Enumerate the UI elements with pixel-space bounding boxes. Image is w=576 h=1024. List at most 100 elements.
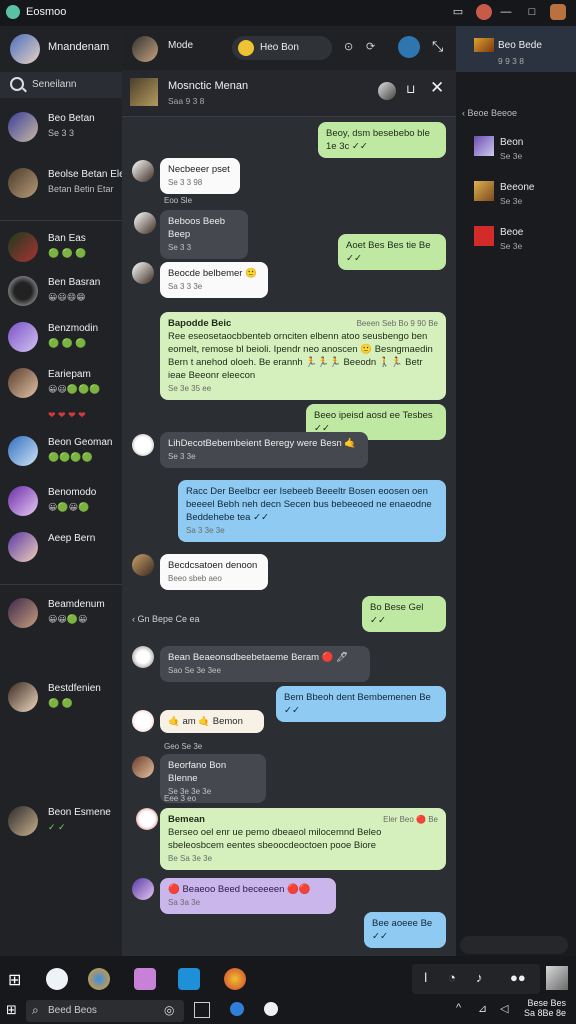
chat-list-item[interactable]: Ben Basran 😀😃😄😁 [0, 270, 122, 318]
chat-list-item[interactable]: Ban Eas 🟢 🟢 🟢 [0, 226, 122, 274]
message-bubble[interactable]: Becdcsatoen denoon Beeo sbeb aeo [160, 554, 268, 590]
chat-title: Mosnctic Menan [168, 80, 249, 92]
message-bubble[interactable]: Necbeeer pset Se 3 3 98 [160, 158, 240, 194]
header-subtitle: 9 9 3 8 [498, 56, 524, 66]
avatar [8, 112, 38, 142]
attach-icon[interactable]: ⊔ [406, 82, 415, 96]
avatar [8, 232, 38, 262]
minimize-button[interactable]: — [498, 4, 514, 20]
message-bubble[interactable]: Bee aoeee Be ✓✓ [364, 912, 446, 948]
avatar [8, 532, 38, 562]
clock-icon[interactable]: ◔ [448, 970, 456, 985]
avatar[interactable] [130, 78, 158, 106]
call-pill[interactable]: Heo Bon [232, 36, 332, 60]
chat-list-item[interactable]: Benzmodin 🟢 🟢 🟢 [0, 316, 122, 364]
volume-icon[interactable]: ◁ [500, 1002, 508, 1015]
chat-list-item[interactable]: Beamdenum 😀😀🟢😀 [0, 592, 122, 640]
right-input-pill[interactable] [460, 936, 568, 954]
app-icon[interactable] [264, 1002, 278, 1016]
emoji-row: 🟢 🟢 🟢 [48, 248, 87, 258]
divider [0, 584, 122, 585]
chat-top-bar: Mode Heo Bon ⊙ ⟳ ⤡ [122, 26, 456, 70]
network-icon[interactable]: ⊿ [478, 1002, 487, 1015]
clock[interactable]: Bese Bes Sa 8Be 8e [524, 998, 566, 1018]
chat-icon[interactable]: ●● [510, 970, 526, 985]
close-icon[interactable]: ✕ [430, 78, 444, 98]
avatar [8, 598, 38, 628]
message-title: Bemean [168, 814, 205, 825]
avatar[interactable] [132, 36, 158, 62]
message-bubble[interactable]: 🤙 am 🤙 Bemon [160, 710, 264, 733]
message-time: Se 3 3e [168, 452, 196, 461]
message-bubble[interactable]: Bo Bese Gel ✓✓ [362, 596, 446, 632]
profile-icon[interactable] [550, 4, 566, 20]
message-time: Eoo Sle [164, 196, 193, 205]
scroll-indicator-icon[interactable]: ⌄ [438, 936, 446, 947]
message-time: Se 3e 35 ee [168, 384, 212, 393]
windows-start-icon[interactable]: ⊞ [8, 970, 21, 990]
chat-list-item[interactable]: Eariepam 😀😃🟢🟢🟢 [0, 362, 122, 410]
item-name: Beon [500, 137, 524, 148]
chevron-up-icon[interactable]: ^ [456, 1002, 461, 1014]
chat-header: Mosnctic Menan Saa 9 3 8 ⊔ ✕ [122, 70, 456, 117]
avatar [8, 486, 38, 516]
chrome-icon[interactable] [224, 968, 246, 990]
chat-list-item[interactable]: Beon Geoman 🟢🟢🟢🟢 [0, 430, 122, 478]
media-item[interactable]: Beoe Se 3e [474, 226, 574, 256]
message-bubble[interactable]: Bapodde Beic Beeen Seb Bo 9 90 Be Ree es… [160, 312, 446, 400]
profile-avatar[interactable] [10, 34, 40, 64]
info-icon[interactable]: ⊙ [344, 40, 353, 53]
message-bubble[interactable]: Bemean Eler Beo 🔴 Be Berseo oel enr ue p… [160, 808, 446, 870]
title-bar: Eosmoo ▭ — □ [0, 0, 576, 26]
chat-name: Ben Basran [48, 277, 101, 288]
section-title: ‹ Beoe Beeoe [462, 108, 518, 118]
chat-list-sidebar: Mnandenam Seneilann Beo Betan Se 3 3 Beo… [0, 26, 125, 956]
chat-list-item[interactable]: Bestdfenien 🟢 🟢 [0, 676, 122, 724]
windows-icon[interactable]: ⊞ [6, 1002, 17, 1018]
target-icon: ◎ [164, 1003, 175, 1017]
taskbar-search[interactable]: ⌕ Beed Beos ◎ [26, 1000, 184, 1022]
maximize-button[interactable]: □ [524, 4, 540, 20]
thumbnail[interactable] [546, 966, 568, 990]
tray-icon[interactable]: ǀ [424, 970, 427, 985]
account-icon[interactable] [476, 4, 492, 20]
message-time: Geo Se 3e [164, 742, 203, 751]
media-item[interactable]: Beon Se 3e [474, 136, 574, 166]
message-bubble[interactable]: Beocde belbemer 🙂 Sa 3 3 3e [160, 262, 268, 298]
app-icon[interactable] [230, 1002, 244, 1016]
chat-list-item[interactable]: Beon Esmene ✓ ✓ [0, 800, 122, 848]
task-view-icon[interactable] [194, 1002, 210, 1018]
message-bubble[interactable]: Bem Bbeoh dent Bembemenen Be ✓✓ [276, 686, 446, 722]
message-bubble[interactable]: Racc Der Beelbcr eer Isebeeb Beeeltr Bos… [178, 480, 446, 542]
chat-name: Beo Betan [48, 113, 95, 124]
message-bubble[interactable]: Beoy, dsm besebebo ble 1e 3c ✓✓ [318, 122, 446, 158]
message-bubble[interactable]: LihDecotBebembeient Beregy were Besn 🤙 Se… [160, 432, 368, 468]
message-bubble[interactable]: Beboos Beeb Beep Se 3 3 [160, 210, 248, 259]
app-icon[interactable] [134, 968, 156, 990]
avatar[interactable] [378, 82, 396, 100]
avatar[interactable] [398, 36, 420, 58]
avatar [8, 436, 38, 466]
chat-list-item[interactable]: Aeep Bern [0, 526, 122, 574]
app-icon[interactable] [178, 968, 200, 990]
message-bubble[interactable]: Aoet Bes Bes tie Be ✓✓ [338, 234, 446, 270]
message-time: Sa 3a 3e [168, 898, 201, 907]
chat-list-item[interactable]: Benomodo 😀🟢😀🟢 [0, 480, 122, 528]
chat-list-item[interactable]: Beolse Betan Ele Betan Betin Etar [0, 162, 125, 210]
message-bubble[interactable]: 🔴 Beaeoo Beed beceeeen 🔴🔴 Sa 3a 3e [160, 878, 336, 914]
message-bubble[interactable]: Bean Beaeonsdbeebetaeme Beram 🔴 🖊 Sao Se … [160, 646, 370, 682]
music-icon[interactable]: ♪ [476, 970, 483, 985]
app-icon[interactable] [46, 968, 68, 990]
date-separator[interactable]: ‹ Gn Bepe Ce ea [132, 614, 200, 624]
refresh-icon[interactable]: ⟳ [366, 40, 375, 53]
collapse-icon[interactable]: ⤡ [432, 38, 443, 55]
profile-name: Mnandenam [48, 41, 110, 53]
search-field[interactable]: Seneilann [0, 72, 122, 98]
message-text: Bean Beaeonsdbeebetaeme Beram 🔴 🖊 [168, 652, 349, 663]
chat-name: Beolse Betan Ele [48, 169, 125, 180]
media-item[interactable]: Beeone Se 3e [474, 181, 574, 211]
chat-list-item[interactable]: Beo Betan Se 3 3 [0, 106, 122, 154]
layout-icon[interactable]: ▭ [450, 4, 466, 20]
message-text: 🔴 Beaeoo Beed beceeeen 🔴🔴 [168, 884, 311, 895]
browser-icon[interactable] [88, 968, 110, 990]
